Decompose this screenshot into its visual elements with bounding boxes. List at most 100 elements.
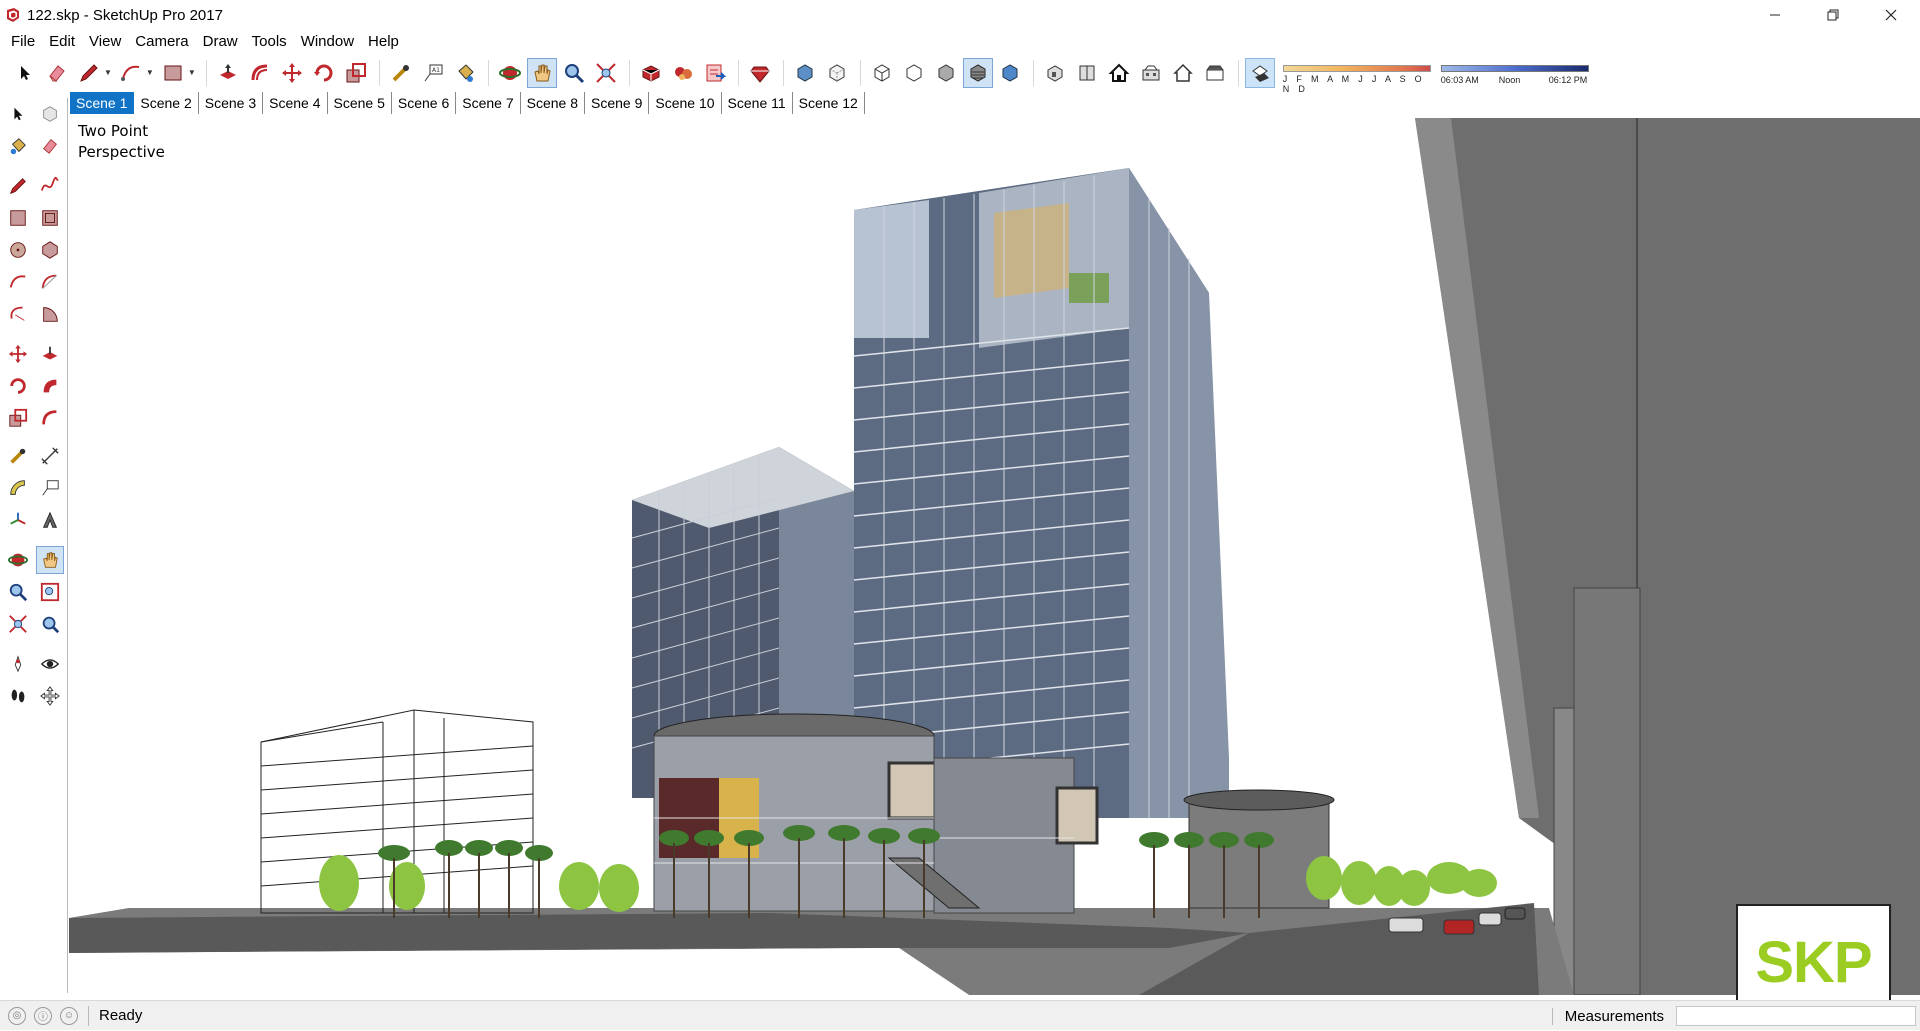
arc-tool-button[interactable] xyxy=(116,58,146,88)
display-shadows-toggle[interactable] xyxy=(1244,57,1275,88)
push-pull-tool-button[interactable] xyxy=(213,58,243,88)
modeling-viewport[interactable]: Two Point Perspective xyxy=(69,118,1920,995)
top-view-button[interactable] xyxy=(1072,58,1102,88)
previous-view-tool-left[interactable] xyxy=(36,610,64,638)
pan-tool-left[interactable] xyxy=(36,546,64,574)
arc-tool-left[interactable] xyxy=(4,268,32,296)
tab-scene-3[interactable]: Scene 3 xyxy=(199,92,264,114)
protractor-tool-left[interactable] xyxy=(4,474,32,502)
freehand-tool-left[interactable] xyxy=(36,172,64,200)
wireframe-style-button[interactable] xyxy=(867,58,897,88)
offset-tool-button[interactable] xyxy=(245,58,275,88)
text-tool-button[interactable]: A1 xyxy=(418,58,448,88)
circle-tool-left[interactable] xyxy=(4,236,32,264)
tab-scene-5[interactable]: Scene 5 xyxy=(328,92,392,114)
pan-tool-button[interactable] xyxy=(526,57,557,88)
zoom-tool-left[interactable] xyxy=(4,578,32,606)
tape-measure-tool-button[interactable] xyxy=(386,58,416,88)
zoom-extents-tool-left[interactable] xyxy=(4,610,32,638)
scale-tool-button[interactable] xyxy=(341,58,371,88)
front-view-button[interactable] xyxy=(1104,58,1134,88)
move-tool-button[interactable] xyxy=(277,58,307,88)
arc-tool-dropdown[interactable]: ▼ xyxy=(146,68,154,77)
tab-scene-2[interactable]: Scene 2 xyxy=(134,92,199,114)
tab-scene-1[interactable]: Scene 1 xyxy=(70,92,135,114)
measurements-input[interactable] xyxy=(1676,1006,1916,1026)
tab-scene-4[interactable]: Scene 4 xyxy=(263,92,328,114)
scale-tool-left[interactable] xyxy=(4,404,32,432)
make-component-button[interactable] xyxy=(36,100,64,128)
text-tool-left[interactable] xyxy=(36,474,64,502)
shaded-with-textures-style-button[interactable] xyxy=(962,57,993,88)
section-plane-tool-left[interactable] xyxy=(36,682,64,710)
tab-scene-7[interactable]: Scene 7 xyxy=(456,92,521,114)
look-around-tool-left[interactable] xyxy=(36,650,64,678)
position-camera-tool-left[interactable] xyxy=(4,650,32,678)
rotate-tool-left[interactable] xyxy=(4,372,32,400)
rectangle-tool-left[interactable] xyxy=(4,204,32,232)
credits-icon[interactable]: ⓘ xyxy=(34,1006,52,1025)
menu-window[interactable]: Window xyxy=(294,33,361,50)
send-to-layout-button[interactable] xyxy=(700,58,730,88)
select-tool-button[interactable] xyxy=(10,58,40,88)
tab-scene-8[interactable]: Scene 8 xyxy=(521,92,585,114)
back-edges-style-button[interactable] xyxy=(822,58,852,88)
tab-scene-9[interactable]: Scene 9 xyxy=(585,92,650,114)
minimize-button[interactable] xyxy=(1746,0,1804,30)
zoom-tool-button[interactable] xyxy=(559,58,589,88)
tab-scene-6[interactable]: Scene 6 xyxy=(392,92,457,114)
line-tool-left[interactable] xyxy=(4,172,32,200)
shadow-date-slider[interactable]: J F M A M J J A S O N D xyxy=(1282,57,1431,94)
menu-file[interactable]: File xyxy=(4,33,42,50)
3d-text-tool-left[interactable] xyxy=(36,506,64,534)
tape-measure-tool-left[interactable] xyxy=(4,442,32,470)
left-view-button[interactable] xyxy=(1200,58,1230,88)
user-account-icon[interactable]: ☺ xyxy=(60,1006,78,1025)
menu-tools[interactable]: Tools xyxy=(245,33,294,50)
menu-edit[interactable]: Edit xyxy=(42,33,82,50)
two-point-arc-tool-left[interactable] xyxy=(36,268,64,296)
eraser-left[interactable] xyxy=(36,132,64,160)
tab-scene-12[interactable]: Scene 12 xyxy=(793,92,865,114)
extension-manager-button[interactable] xyxy=(745,58,775,88)
polygon-tool-left[interactable] xyxy=(36,236,64,264)
xray-style-button[interactable] xyxy=(790,58,820,88)
dimension-tool-left[interactable] xyxy=(36,442,64,470)
close-button[interactable] xyxy=(1862,0,1920,30)
line-tool-dropdown[interactable]: ▼ xyxy=(104,68,112,77)
rectangle-tool-button[interactable] xyxy=(158,58,188,88)
orbit-tool-button[interactable] xyxy=(495,58,525,88)
line-tool-button[interactable] xyxy=(74,58,104,88)
follow-me-tool-left[interactable] xyxy=(36,372,64,400)
axes-tool-left[interactable] xyxy=(4,506,32,534)
hidden-line-style-button[interactable] xyxy=(899,58,929,88)
menu-draw[interactable]: Draw xyxy=(196,33,245,50)
walk-tool-left[interactable] xyxy=(4,682,32,710)
menu-camera[interactable]: Camera xyxy=(128,33,195,50)
offset-tool-left[interactable] xyxy=(36,404,64,432)
zoom-window-tool-left[interactable] xyxy=(36,578,64,606)
orbit-tool-left[interactable] xyxy=(4,546,32,574)
rectangle-tool-dropdown[interactable]: ▼ xyxy=(188,68,196,77)
back-view-button[interactable] xyxy=(1168,58,1198,88)
zoom-extents-tool-button[interactable] xyxy=(591,58,621,88)
rotate-tool-button[interactable] xyxy=(309,58,339,88)
push-pull-tool-left[interactable] xyxy=(36,340,64,368)
tab-scene-11[interactable]: Scene 11 xyxy=(722,92,793,114)
move-tool-left[interactable] xyxy=(4,340,32,368)
shadow-time-slider[interactable]: 06:03 AM Noon 06:12 PM xyxy=(1440,57,1589,89)
menu-help[interactable]: Help xyxy=(361,33,406,50)
pie-tool-left[interactable] xyxy=(36,300,64,328)
shaded-style-button[interactable] xyxy=(931,58,961,88)
paint-bucket-tool-button[interactable] xyxy=(450,58,480,88)
menu-view[interactable]: View xyxy=(82,33,128,50)
extension-warehouse-button[interactable] xyxy=(668,58,698,88)
monochrome-style-button[interactable] xyxy=(995,58,1025,88)
iso-view-button[interactable] xyxy=(1040,58,1070,88)
3d-warehouse-button[interactable] xyxy=(636,58,666,88)
rotated-rectangle-tool-left[interactable] xyxy=(36,204,64,232)
three-point-arc-tool-left[interactable] xyxy=(4,300,32,328)
right-view-button[interactable] xyxy=(1136,58,1166,88)
paint-bucket-left[interactable] xyxy=(4,132,32,160)
tab-scene-10[interactable]: Scene 10 xyxy=(649,92,722,114)
